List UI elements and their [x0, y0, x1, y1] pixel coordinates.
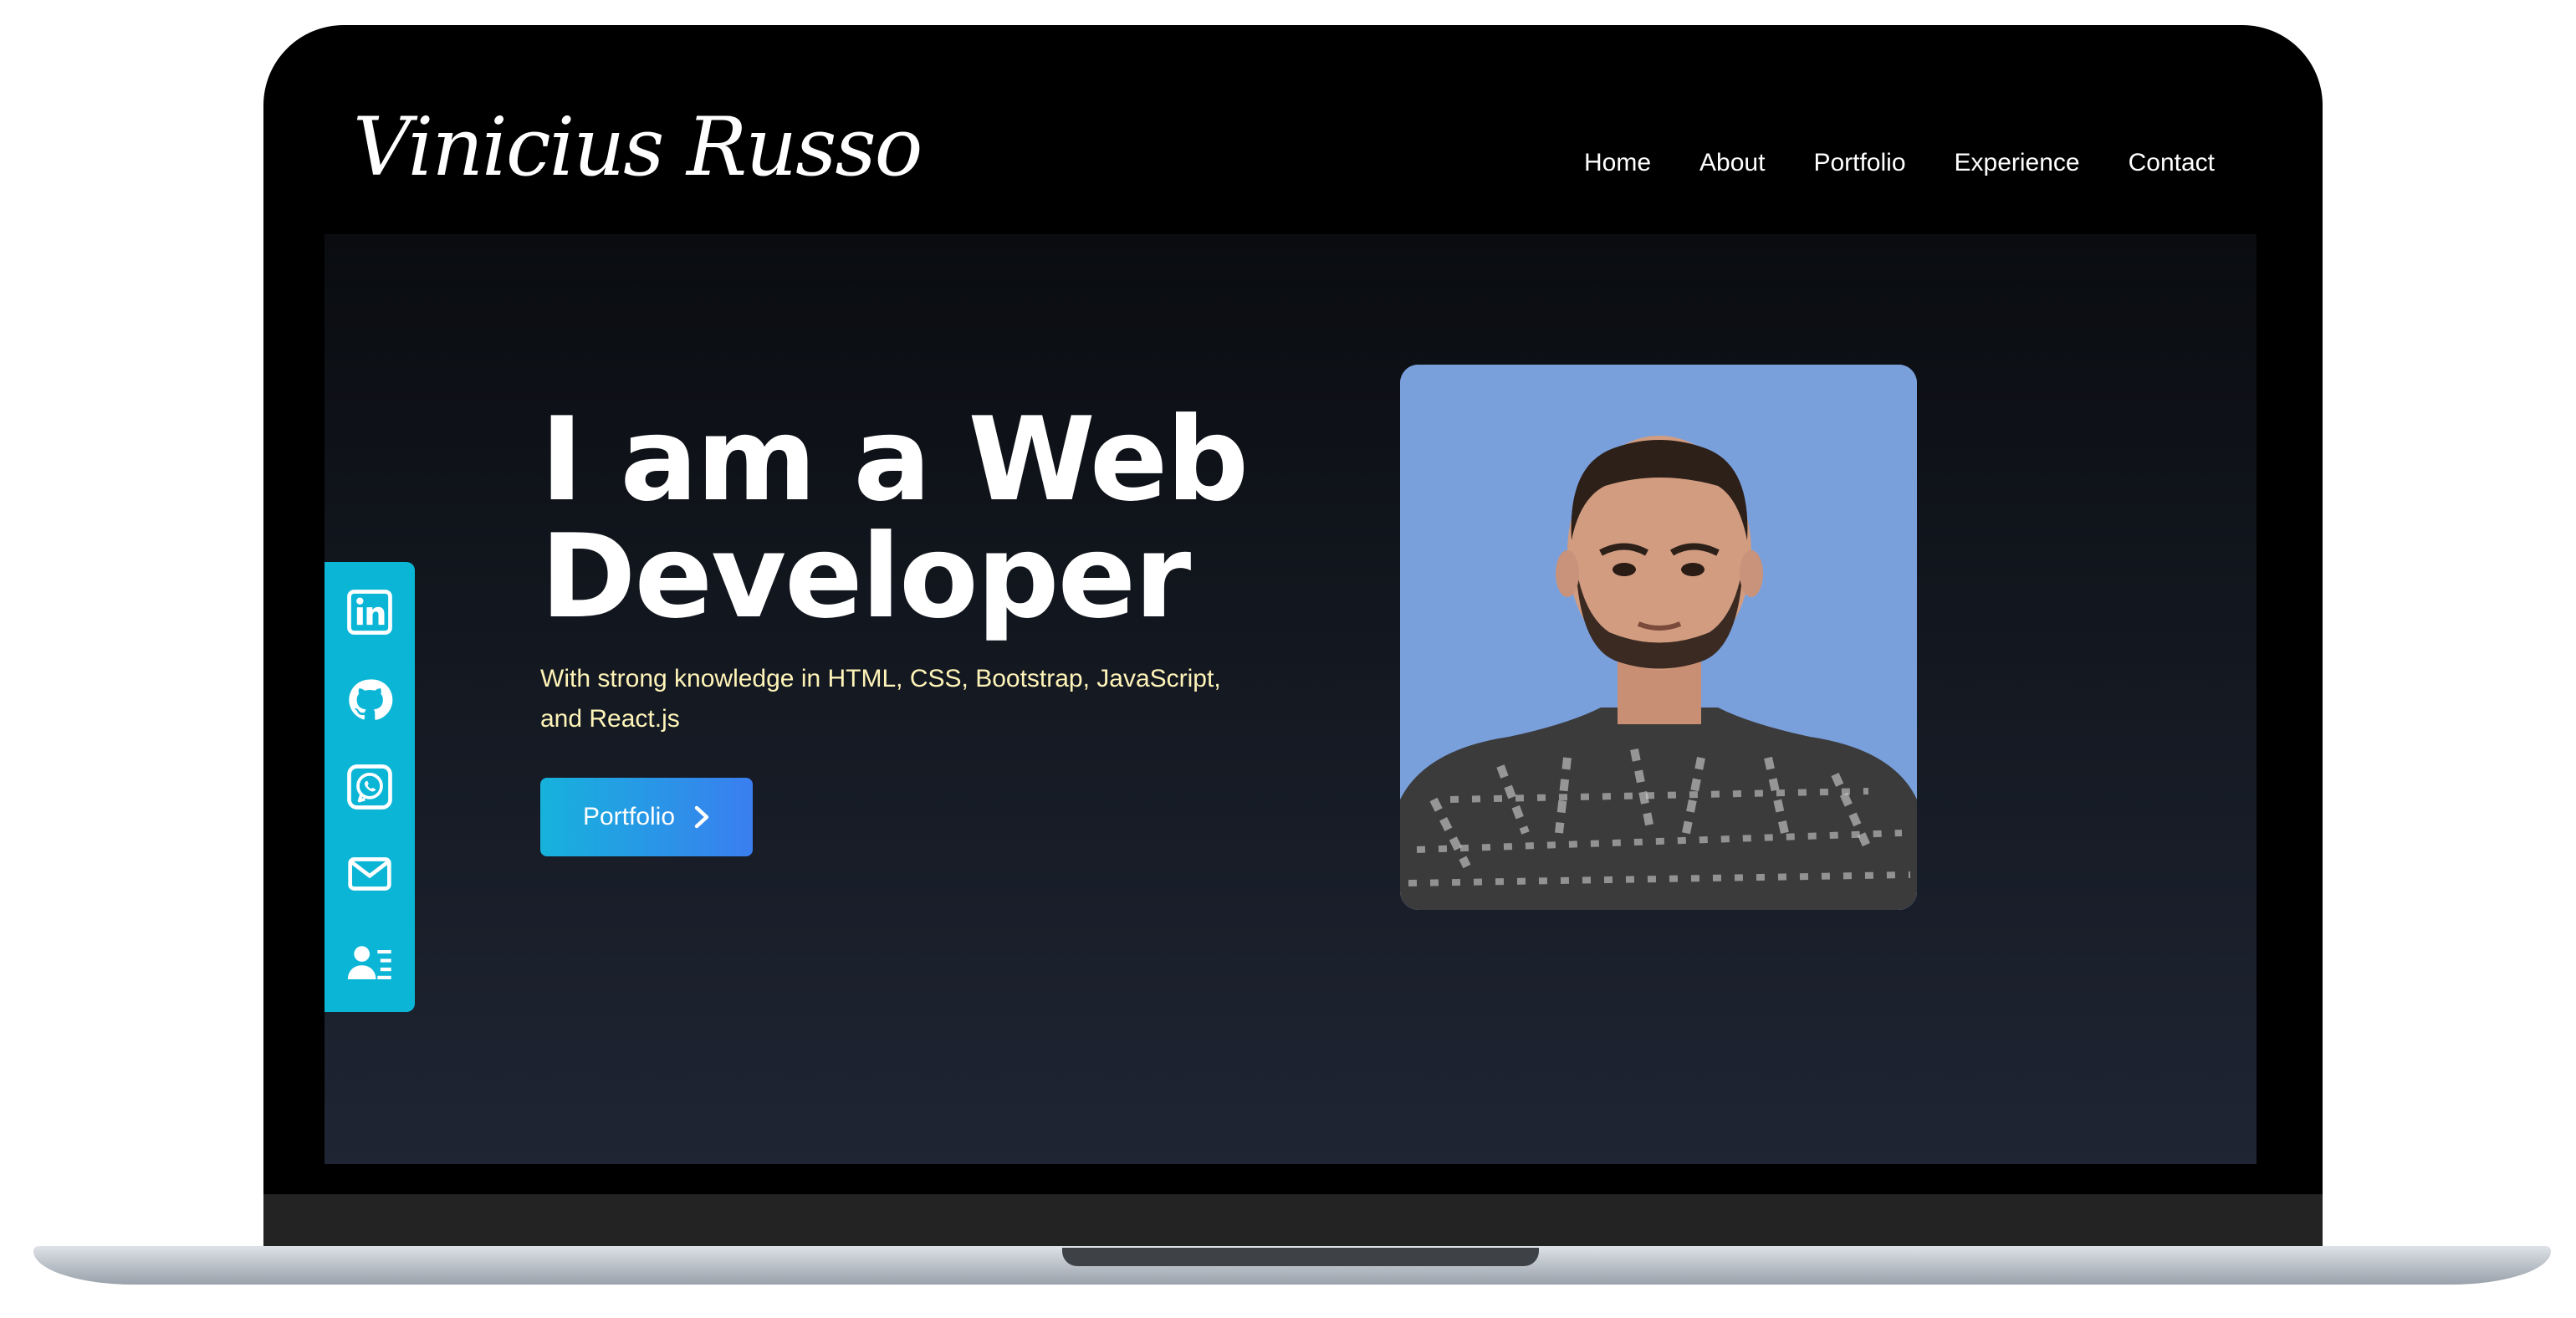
nav-link-contact[interactable]: Contact [2129, 149, 2215, 177]
linkedin-icon[interactable] [346, 589, 393, 636]
hero-section: I am a Web Developer With strong knowled… [325, 234, 2257, 1164]
github-icon[interactable] [346, 677, 393, 723]
nav-link-experience[interactable]: Experience [1955, 149, 2080, 177]
email-icon[interactable] [346, 851, 393, 897]
profile-photo [1400, 365, 1917, 910]
brand-logo[interactable]: Vinicius Russo [353, 100, 923, 194]
navbar: Vinicius Russo Home About Portfolio Expe… [325, 84, 2257, 234]
nav-link-about[interactable]: About [1699, 149, 1765, 177]
nav-link-home[interactable]: Home [1584, 149, 1651, 177]
nav-link-portfolio[interactable]: Portfolio [1813, 149, 1905, 177]
hero-headline-line-2: Developer [540, 509, 1191, 644]
laptop-screen: Vinicius Russo Home About Portfolio Expe… [325, 84, 2257, 1164]
whatsapp-icon[interactable] [346, 764, 393, 810]
laptop-notch [1062, 1248, 1539, 1266]
hero-headline-line-1: I am a Web [540, 392, 1249, 527]
hero-subtitle: With strong knowledge in HTML, CSS, Boot… [540, 665, 1221, 733]
nav-links: Home About Portfolio Experience Contact [1584, 149, 2215, 177]
social-sidebar [325, 562, 415, 1012]
portfolio-button[interactable]: Portfolio [540, 778, 753, 856]
chevron-right-icon [694, 805, 709, 829]
portfolio-button-label: Portfolio [582, 803, 676, 830]
hero-headline: I am a Web Developer [540, 401, 1293, 636]
contact-card-icon[interactable] [346, 938, 393, 985]
